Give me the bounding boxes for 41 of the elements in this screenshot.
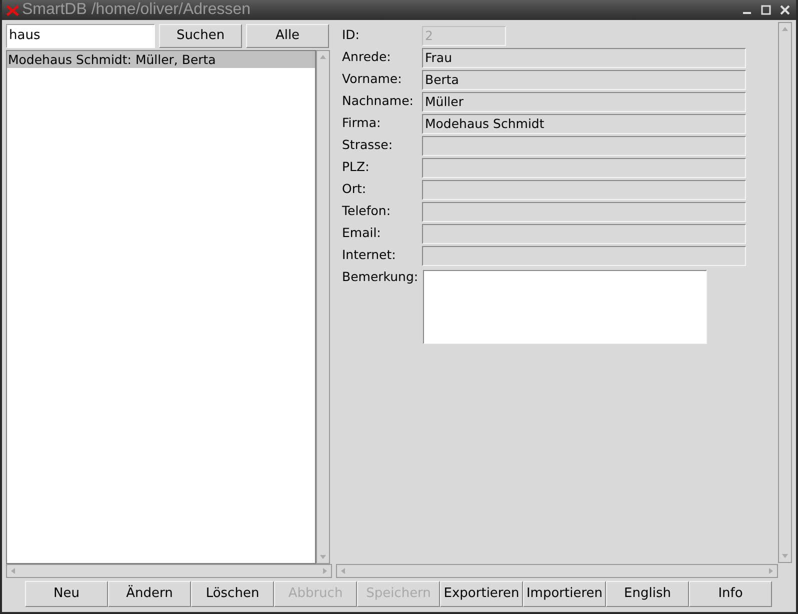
- field-label: Email:: [342, 224, 382, 242]
- action-button[interactable]: Löschen: [191, 581, 274, 607]
- vertical-scrollbar[interactable]: [316, 50, 330, 564]
- input-field[interactable]: [422, 202, 746, 222]
- vertical-scrollbar[interactable]: [778, 22, 792, 563]
- search-button[interactable]: Suchen: [159, 24, 242, 48]
- horizontal-scrollbar[interactable]: [6, 564, 332, 578]
- input-field[interactable]: Modehaus Schmidt: [422, 114, 746, 134]
- input-field[interactable]: Müller: [422, 92, 746, 112]
- field-label: Ort:: [342, 180, 368, 198]
- field-label: Strasse:: [342, 136, 394, 154]
- input-field[interactable]: [422, 224, 746, 244]
- field-label: Telefon:: [342, 202, 392, 220]
- search-button[interactable]: Alle: [246, 24, 329, 48]
- search-field[interactable]: haus: [6, 24, 155, 48]
- action-button[interactable]: Info: [689, 581, 772, 607]
- maximize-icon[interactable]: [761, 5, 771, 15]
- input-field[interactable]: [422, 180, 746, 200]
- input-field[interactable]: [422, 158, 746, 178]
- field-label: Vorname:: [342, 70, 403, 88]
- app-icon: [6, 4, 19, 16]
- input-field[interactable]: Berta: [422, 70, 746, 90]
- action-button[interactable]: English: [606, 581, 689, 607]
- action-button[interactable]: Exportieren: [440, 581, 523, 607]
- field-label: Bemerkung:: [342, 268, 420, 286]
- close-icon[interactable]: [780, 5, 790, 15]
- field-label: Internet:: [342, 246, 397, 264]
- action-button[interactable]: Ändern: [108, 581, 191, 607]
- field-label: Nachname:: [342, 92, 414, 110]
- input-field[interactable]: Frau: [422, 48, 746, 68]
- horizontal-scrollbar[interactable]: [336, 564, 778, 578]
- input-field[interactable]: [422, 246, 746, 266]
- result-item[interactable]: Modehaus Schmidt: Müller, Berta: [7, 50, 315, 68]
- action-button[interactable]: Importieren: [523, 581, 606, 607]
- field-label: Anrede:: [342, 48, 392, 66]
- field-label: PLZ:: [342, 158, 370, 176]
- field-label: ID:: [342, 26, 361, 44]
- window-title: SmartDB /home/oliver/Adressen: [22, 2, 251, 18]
- action-button[interactable]: Neu: [25, 581, 108, 607]
- field-label: Firma:: [342, 114, 382, 132]
- input-field[interactable]: [422, 136, 746, 156]
